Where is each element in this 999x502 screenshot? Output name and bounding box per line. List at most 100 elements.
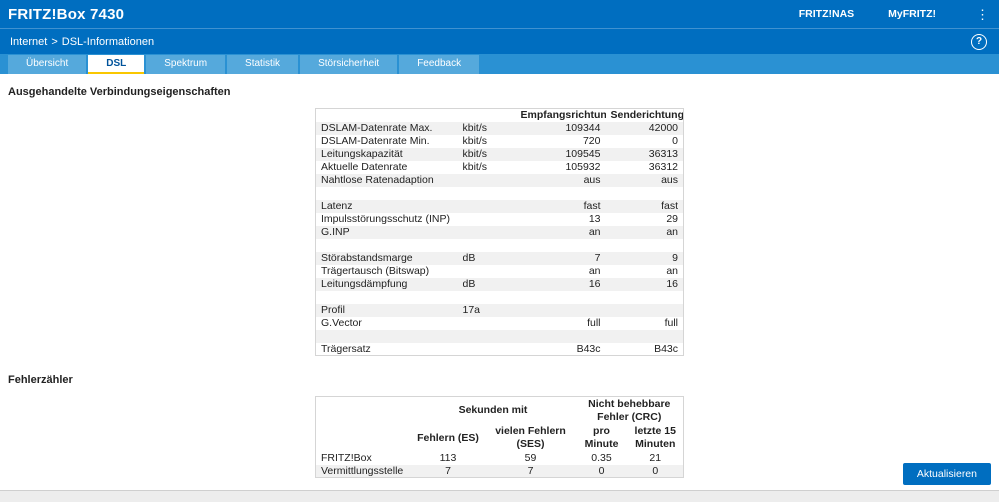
tab-spektrum[interactable]: Spektrum (146, 55, 225, 74)
table-cell (458, 265, 516, 278)
connection-properties-table: EmpfangsrichtungSenderichtung DSLAM-Date… (315, 108, 684, 356)
column-header: Fehlern (ES) (410, 424, 485, 451)
tab-bar: ÜbersichtDSLSpektrumStatistikStörsicherh… (0, 54, 999, 74)
table-cell: 109545 (516, 148, 606, 161)
help-icon[interactable]: ? (971, 34, 987, 50)
table-cell: G.INP (316, 226, 458, 239)
table-cell (458, 174, 516, 187)
table-cell: full (606, 317, 684, 330)
table-cell (316, 291, 458, 304)
table-cell: 720 (516, 135, 606, 148)
spacer-row (316, 330, 684, 343)
breadcrumb-section[interactable]: Internet (10, 36, 47, 48)
table-cell: Profil (316, 304, 458, 317)
table-header-row: EmpfangsrichtungSenderichtung (316, 109, 684, 122)
table-cell (458, 330, 516, 343)
spacer-row (316, 239, 684, 252)
table-row: DSLAM-Datenrate Max.kbit/s10934442000 (316, 122, 684, 135)
table-cell: Leitungsdämpfung (316, 278, 458, 291)
table-cell: 0 (576, 465, 628, 478)
nav-myfritz[interactable]: MyFRITZ! (888, 8, 936, 20)
spacer-row (316, 291, 684, 304)
column-group-header: Nicht behebbare Fehler (CRC) (576, 397, 684, 425)
table-cell (516, 330, 606, 343)
column-header: Senderichtung (606, 109, 684, 122)
table-cell: aus (606, 174, 684, 187)
table-cell (458, 187, 516, 200)
table-cell: Leitungskapazität (316, 148, 458, 161)
table-row: LeitungsdämpfungdB1616 (316, 278, 684, 291)
table-cell (516, 187, 606, 200)
table-row: G.INPanan (316, 226, 684, 239)
table-cell: an (606, 226, 684, 239)
connection-section-title: Ausgehandelte Verbindungseigenschaften (8, 86, 991, 98)
table-cell: Latenz (316, 200, 458, 213)
table-cell: 7 (516, 252, 606, 265)
table-cell: Nahtlose Ratenadaption (316, 174, 458, 187)
fritzbox-page: FRITZ!Box 7430 FRITZ!NAS MyFRITZ! ⋮ Inte… (0, 0, 999, 502)
table-cell: 16 (516, 278, 606, 291)
table-cell: an (606, 265, 684, 278)
table-row: Nahtlose Ratenadaptionausaus (316, 174, 684, 187)
table-row: Leitungskapazitätkbit/s10954536313 (316, 148, 684, 161)
table-cell: kbit/s (458, 135, 516, 148)
table-cell (458, 213, 516, 226)
nav-fritznas[interactable]: FRITZ!NAS (799, 8, 854, 20)
table-cell: kbit/s (458, 148, 516, 161)
table-cell: Trägertausch (Bitswap) (316, 265, 458, 278)
table-cell: full (516, 317, 606, 330)
tab-uebersicht[interactable]: Übersicht (8, 55, 86, 74)
table-cell (458, 317, 516, 330)
table-cell: 113 (410, 452, 485, 465)
table-cell: fast (606, 200, 684, 213)
tab-dsl[interactable]: DSL (88, 55, 144, 74)
kebab-menu-icon[interactable]: ⋮ (970, 8, 989, 21)
table-cell: 29 (606, 213, 684, 226)
table-cell: 0 (606, 135, 684, 148)
table-group-header-row: Sekunden mitNicht behebbare Fehler (CRC) (315, 397, 683, 425)
table-cell (458, 343, 516, 356)
table-cell: G.Vector (316, 317, 458, 330)
footer-bar (0, 490, 999, 502)
table-cell (516, 239, 606, 252)
table-row: StörabstandsmargedB79 (316, 252, 684, 265)
table-cell: 13 (516, 213, 606, 226)
app-title: FRITZ!Box 7430 (8, 6, 124, 23)
table-cell: 0.35 (576, 452, 628, 465)
table-cell: 36312 (606, 161, 684, 174)
table-cell (516, 291, 606, 304)
table-row: G.Vector fullfull (316, 317, 684, 330)
refresh-button[interactable]: Aktualisieren (903, 463, 991, 485)
table-cell (606, 239, 684, 252)
table-cell: 0 (628, 465, 684, 478)
column-header (316, 109, 458, 122)
table-cell (316, 330, 458, 343)
column-header: pro Minute (576, 424, 628, 451)
error-counter-table: Sekunden mitNicht behebbare Fehler (CRC)… (315, 396, 684, 478)
table-cell: dB (458, 278, 516, 291)
table-cell: fast (516, 200, 606, 213)
table-row: TrägersatzB43cB43c (316, 343, 684, 356)
table-cell (458, 200, 516, 213)
column-header: vielen Fehlern (SES) (485, 424, 575, 451)
table-row: Vermittlungsstelle7700 (315, 465, 683, 478)
table-cell: dB (458, 252, 516, 265)
tab-feedback[interactable]: Feedback (399, 55, 479, 74)
table-cell (458, 291, 516, 304)
table-cell: Trägersatz (316, 343, 458, 356)
table-cell (516, 304, 606, 317)
breadcrumb-separator: > (47, 36, 61, 48)
table-cell: Impulsstörungsschutz (INP) (316, 213, 458, 226)
table-cell: 21 (628, 452, 684, 465)
top-bar: FRITZ!Box 7430 FRITZ!NAS MyFRITZ! ⋮ (0, 0, 999, 28)
table-cell (316, 239, 458, 252)
table-cell: 16 (606, 278, 684, 291)
table-cell: DSLAM-Datenrate Min. (316, 135, 458, 148)
column-header (315, 424, 410, 451)
tab-stoersicherheit[interactable]: Störsicherheit (300, 55, 397, 74)
tab-statistik[interactable]: Statistik (227, 55, 298, 74)
table-cell: FRITZ!Box (315, 452, 410, 465)
table-cell (606, 330, 684, 343)
table-cell: 105932 (516, 161, 606, 174)
table-cell: 109344 (516, 122, 606, 135)
